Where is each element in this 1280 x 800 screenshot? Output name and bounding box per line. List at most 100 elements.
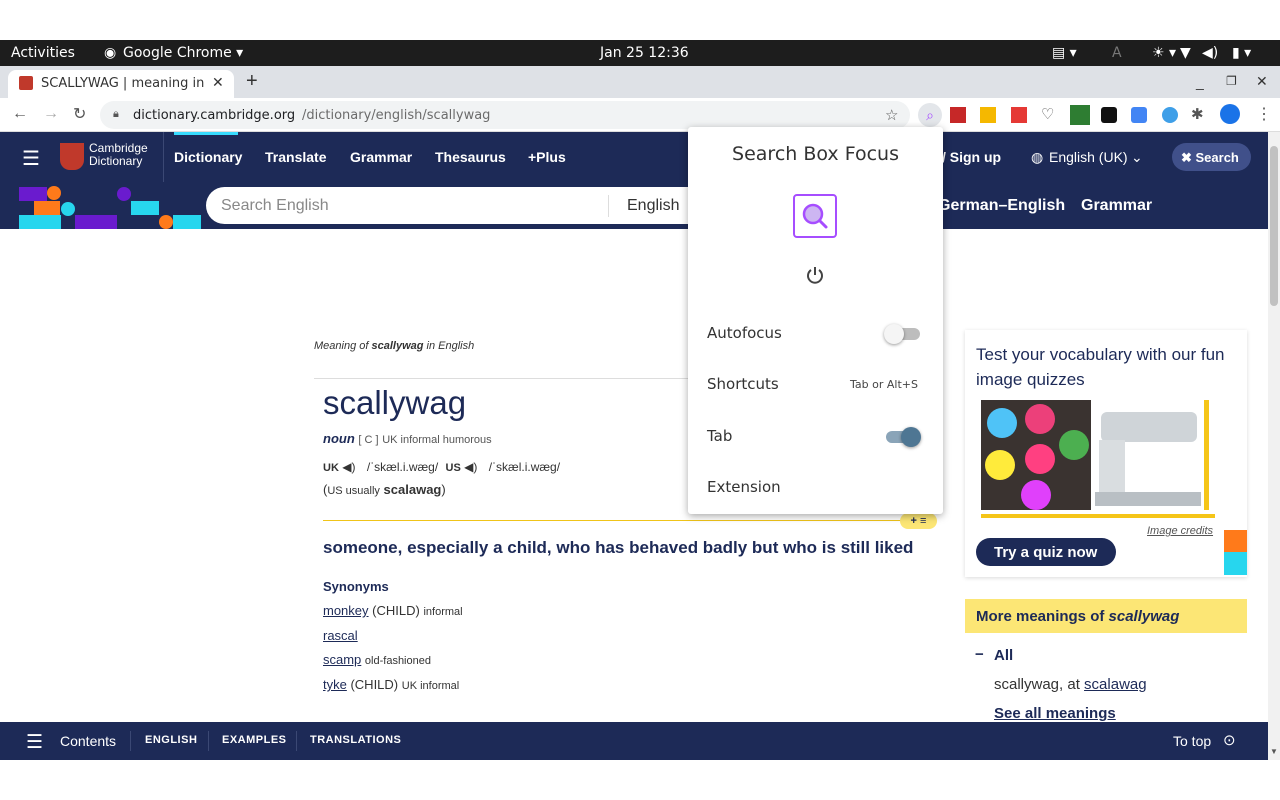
search-toggle-button[interactable]: ✖ Search (1172, 143, 1251, 171)
contents-menu-icon[interactable]: ☰ (26, 731, 43, 754)
quiz-card: Test your vocabulary with our fun image … (965, 330, 1247, 577)
pocket-icon[interactable]: ♡ (1041, 105, 1054, 123)
all-label[interactable]: All (994, 647, 1013, 664)
magnifier-icon[interactable] (793, 194, 837, 238)
paint-pot (987, 408, 1017, 438)
power-icon[interactable] (805, 265, 825, 285)
minimize-icon[interactable]: _ (1196, 74, 1204, 90)
forward-icon[interactable]: → (43, 105, 59, 123)
meaning-prefix: Meaning of (314, 340, 372, 352)
collapse-icon[interactable]: − (975, 646, 984, 663)
tab-toggle[interactable] (886, 427, 921, 447)
input-method-icon[interactable]: A (1112, 45, 1122, 61)
new-tab-icon[interactable]: + (246, 70, 258, 93)
cambridge-shield-logo-icon[interactable] (60, 143, 84, 170)
profile-avatar[interactable] (1220, 104, 1240, 124)
synonym-link[interactable]: tyke (323, 677, 347, 692)
extension-2-icon[interactable] (980, 107, 996, 123)
synonym-extra: (CHILD) (350, 677, 399, 692)
row-link[interactable]: scalawag (1084, 676, 1147, 693)
extensions-puzzle-icon[interactable]: ✱ (1191, 105, 1204, 123)
address-bar[interactable]: 🔒︎ dictionary.cambridge.org /dictionary/… (100, 101, 910, 129)
synonym-extra: (CHILD) (372, 603, 420, 618)
uk-ipa: /ˈskæl.i.wæɡ/ (366, 460, 439, 474)
extension-150-icon[interactable] (1070, 105, 1090, 125)
subnav-grammar[interactable]: Grammar (1081, 197, 1152, 215)
quiz-image-paints[interactable] (981, 400, 1091, 510)
language-selector[interactable]: English (UK) (1049, 149, 1128, 165)
subnav-german-english[interactable]: German–English (938, 197, 1065, 215)
extension-3-icon[interactable] (1011, 107, 1027, 123)
contents-button[interactable]: Contents (60, 733, 116, 749)
search-language-select[interactable]: English (627, 197, 679, 215)
nav-dictionary[interactable]: Dictionary (174, 149, 242, 165)
extension-label[interactable]: Extension (707, 478, 781, 496)
try-quiz-button[interactable]: Try a quiz now (976, 538, 1116, 566)
divider (314, 378, 688, 379)
nav-thesaurus[interactable]: Thesaurus (435, 149, 506, 165)
chevron-down-icon: ⌄ (1131, 149, 1143, 165)
lock-icon[interactable]: 🔒︎ (113, 107, 119, 121)
meaning-of-line: Meaning of scallywag in English (314, 340, 474, 352)
activities-button[interactable]: Activities (11, 45, 75, 61)
wifi-icon[interactable]: ▼ (1180, 45, 1191, 61)
clock[interactable]: Jan 25 12:36 (600, 45, 689, 61)
extension-play-icon[interactable] (1101, 107, 1117, 123)
tab-examples[interactable]: EXAMPLES (222, 734, 287, 746)
clipboard-icon[interactable]: ▤ ▾ (1052, 45, 1077, 61)
extension-1-icon[interactable] (950, 107, 966, 123)
see-all-meanings-link[interactable]: See all meanings (994, 705, 1116, 722)
signup-link[interactable]: / Sign up (942, 149, 1001, 165)
divider (130, 731, 131, 751)
nav-grammar[interactable]: Grammar (350, 149, 412, 165)
deco-dot (61, 202, 75, 216)
arrow-up-circle-icon[interactable]: ⊙ (1223, 731, 1236, 749)
logo-text-2[interactable]: Dictionary (89, 155, 142, 168)
scroll-down-icon[interactable]: ▼ (1270, 747, 1278, 756)
battery-icon[interactable]: ▮ ▾ (1232, 45, 1251, 61)
autofocus-toggle[interactable] (884, 324, 920, 344)
scrollbar-thumb[interactable] (1270, 146, 1278, 306)
nav-plus[interactable]: +Plus (528, 149, 566, 165)
variant-line: (US usually scalawag) (323, 482, 446, 497)
search-input[interactable]: Search English English (206, 187, 706, 224)
tab-translations[interactable]: TRANSLATIONS (310, 734, 401, 746)
chrome-menu-icon[interactable]: ⋮ (1256, 104, 1272, 124)
nav-translate[interactable]: Translate (265, 149, 326, 165)
deco-block (1224, 552, 1247, 575)
search-box-focus-extension-icon[interactable]: ⌕ (918, 103, 942, 127)
reload-icon[interactable]: ↻ (73, 104, 86, 124)
us-label: US (445, 462, 461, 474)
synonym-item: scamp old-fashioned (323, 652, 431, 667)
hamburger-menu-icon[interactable]: ☰ (22, 146, 40, 171)
synonym-link[interactable]: rascal (323, 628, 358, 643)
brightness-icon[interactable]: ☀ ▾ (1152, 45, 1176, 61)
close-window-icon[interactable]: ✕ (1256, 73, 1268, 90)
translate-extension-icon[interactable] (1131, 107, 1147, 123)
volume-icon[interactable]: ◀) (1202, 45, 1218, 61)
scrollbar[interactable]: ▼ (1268, 132, 1280, 760)
synonym-item: rascal (323, 628, 358, 643)
synonym-link[interactable]: monkey (323, 603, 369, 618)
close-tab-icon[interactable]: ✕ (212, 75, 224, 91)
image-credits-link[interactable]: Image credits (1147, 525, 1213, 537)
tab-english[interactable]: ENGLISH (145, 734, 197, 746)
to-top-button[interactable]: To top (1173, 733, 1211, 749)
us-audio-icon[interactable]: ◀) (464, 460, 477, 474)
restore-icon[interactable]: ❐ (1226, 74, 1237, 88)
bookmark-star-icon[interactable]: ☆ (885, 106, 898, 124)
synonym-link[interactable]: scamp (323, 652, 361, 667)
browser-tab[interactable]: SCALLYWAG | meaning in ✕ (8, 70, 234, 98)
deco-dot (117, 187, 131, 201)
back-icon[interactable]: ← (12, 105, 28, 123)
chrome-app-icon: ◉ (104, 45, 117, 61)
extension-bird-icon[interactable] (1162, 107, 1178, 123)
app-menu[interactable]: Google Chrome ▾ (123, 45, 243, 61)
quiz-image-sewing-machine[interactable] (1091, 400, 1209, 510)
try-quiz-label: Try a quiz now (994, 544, 1098, 561)
variant-close: ) (441, 482, 446, 497)
us-ipa: /ˈskæl.i.wæɡ/ (488, 460, 561, 474)
uk-audio-icon[interactable]: ◀) (342, 460, 355, 474)
toggle-knob (884, 324, 904, 344)
add-to-list-button[interactable]: + ≡ (900, 513, 937, 529)
